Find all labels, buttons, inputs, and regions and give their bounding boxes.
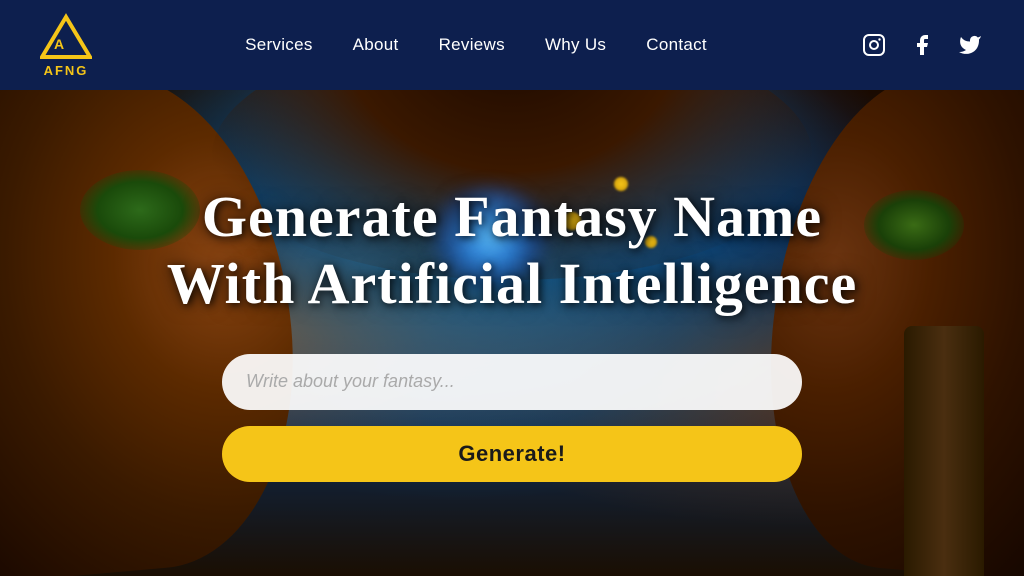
fantasy-input[interactable] (222, 354, 802, 410)
nav-item-about[interactable]: About (353, 35, 399, 55)
social-icons (860, 31, 984, 59)
nav-link-reviews[interactable]: Reviews (439, 35, 505, 54)
nav-link-about[interactable]: About (353, 35, 399, 54)
nav-item-reviews[interactable]: Reviews (439, 35, 505, 55)
twitter-icon[interactable] (956, 31, 984, 59)
nav-link-contact[interactable]: Contact (646, 35, 707, 54)
svg-text:A: A (54, 36, 64, 52)
nav-link-services[interactable]: Services (245, 35, 313, 54)
instagram-icon[interactable] (860, 31, 888, 59)
nav-item-why-us[interactable]: Why Us (545, 35, 606, 55)
hero-title: Generate Fantasy Name With Artificial In… (167, 184, 858, 317)
nav-item-contact[interactable]: Contact (646, 35, 707, 55)
logo[interactable]: A AFNG (40, 13, 92, 78)
navbar: A AFNG Services About Reviews Why Us Con… (0, 0, 1024, 90)
nav-link-why-us[interactable]: Why Us (545, 35, 606, 54)
nav-item-services[interactable]: Services (245, 35, 313, 55)
facebook-icon[interactable] (908, 31, 936, 59)
hero-content: Generate Fantasy Name With Artificial In… (0, 184, 1024, 481)
logo-text: AFNG (44, 63, 89, 78)
hero-section: Generate Fantasy Name With Artificial In… (0, 90, 1024, 576)
hero-title-line2: With Artificial Intelligence (167, 251, 858, 316)
logo-icon: A (40, 13, 92, 61)
generate-button[interactable]: Generate! (222, 426, 802, 482)
nav-links: Services About Reviews Why Us Contact (245, 35, 707, 55)
hero-title-line1: Generate Fantasy Name (202, 184, 822, 249)
